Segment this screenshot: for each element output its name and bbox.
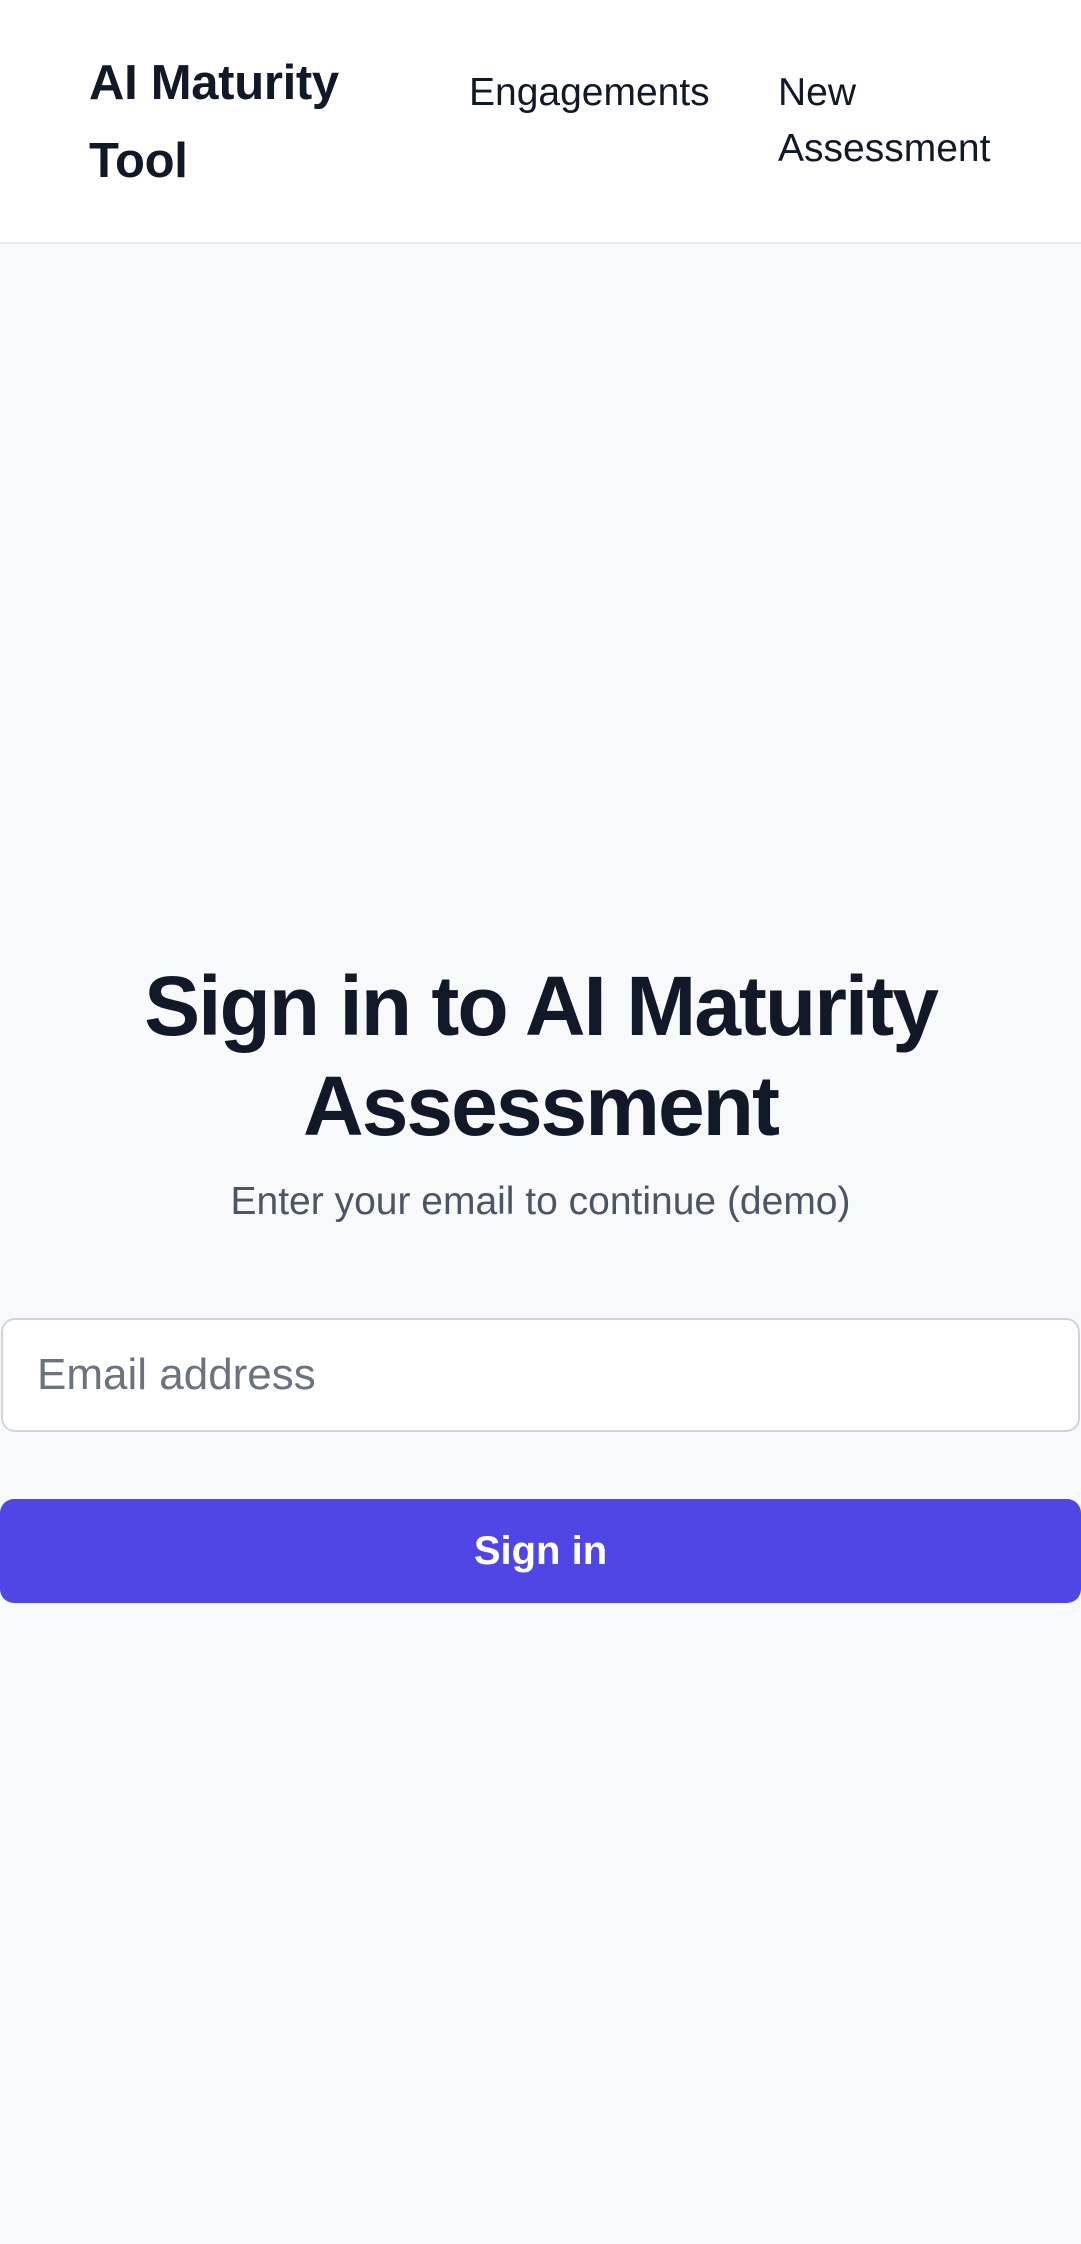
- nav-link-new-assessment[interactable]: New Assessment: [778, 65, 1028, 177]
- top-navigation-bar: AI Maturity Tool Engagements New Assessm…: [0, 0, 1081, 244]
- nav-link-engagements[interactable]: Engagements: [469, 65, 710, 121]
- brand-title[interactable]: AI Maturity Tool: [89, 44, 389, 200]
- page-title: Sign in to AI Maturity Assessment: [144, 959, 939, 1153]
- email-field[interactable]: [1, 1318, 1080, 1432]
- sign-in-button[interactable]: Sign in: [0, 1499, 1081, 1603]
- page-subtitle: Enter your email to continue (demo): [230, 1180, 851, 1223]
